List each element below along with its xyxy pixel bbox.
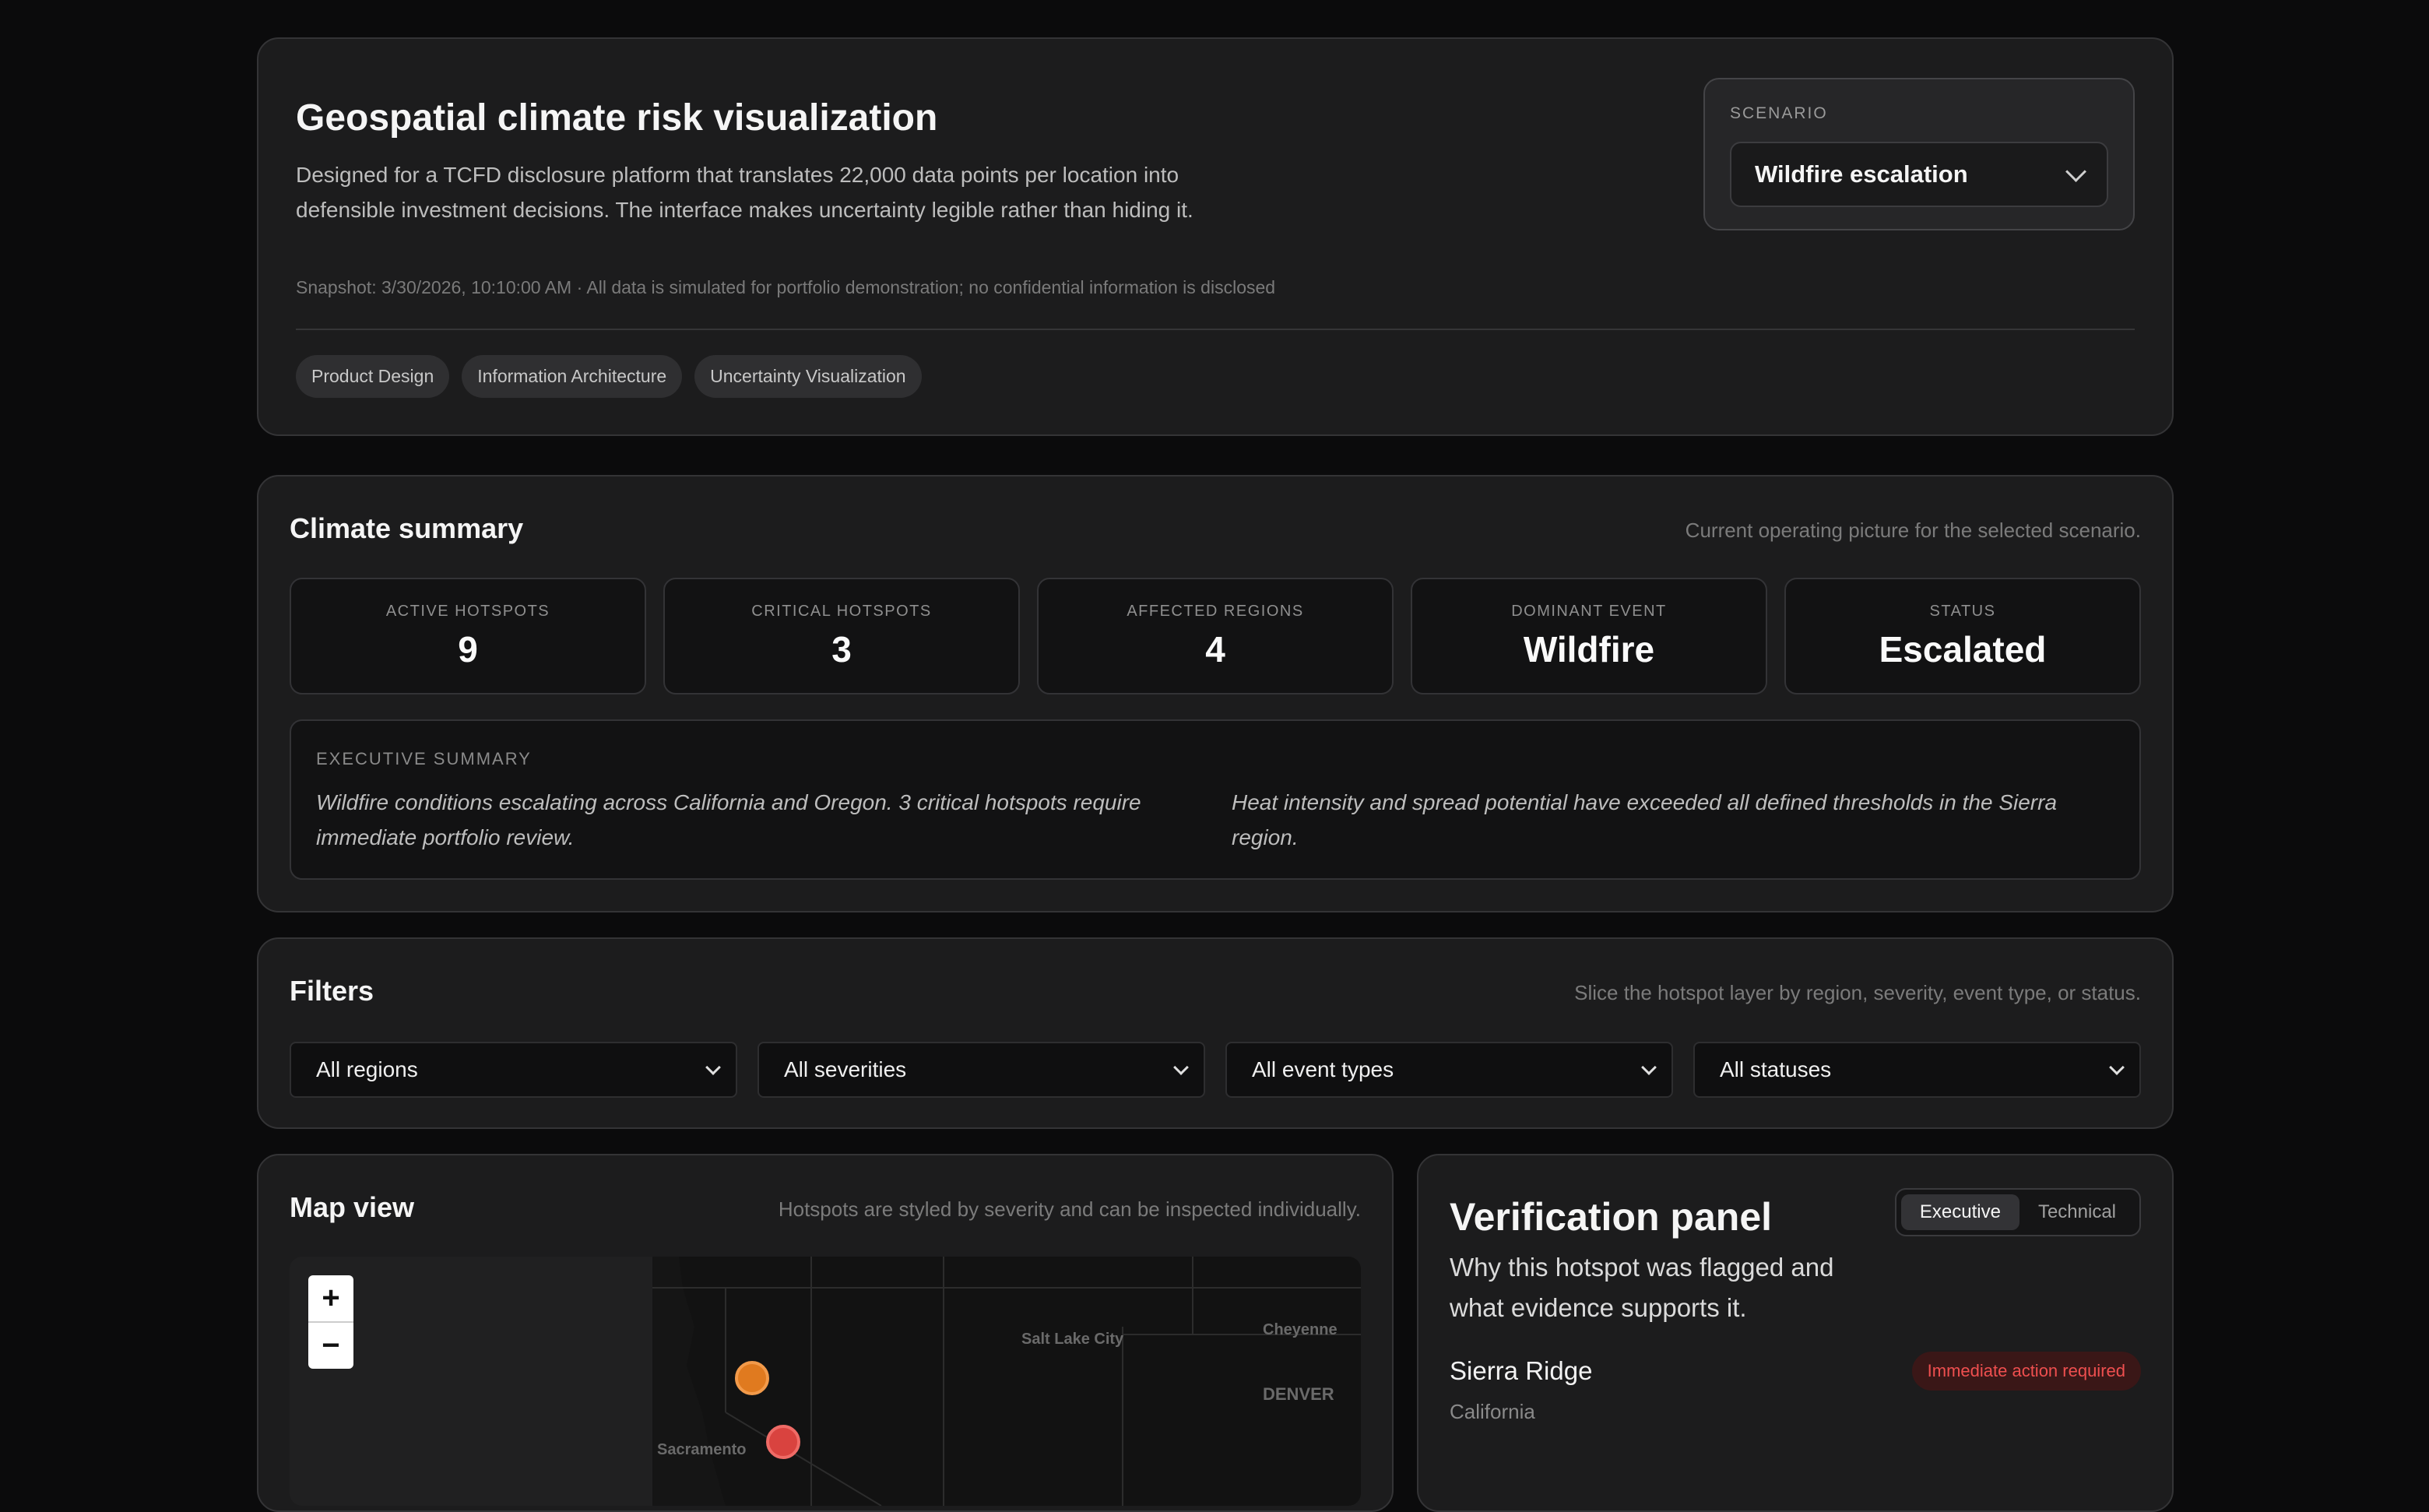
metric-label: ACTIVE HOTSPOTS (385, 602, 550, 620)
section-title: Climate summary (290, 512, 524, 544)
verification-title: Verification panel (1450, 1195, 1773, 1239)
divider (296, 329, 2135, 330)
filters-card: Filters Slice the hotspot layer by regio… (257, 937, 2174, 1129)
page-title: Geospatial climate risk visualization (296, 97, 938, 139)
hotspot-marker-high[interactable] (735, 1361, 769, 1395)
event-type-filter-select[interactable]: All event types (1225, 1042, 1673, 1098)
section-subtitle: Slice the hotspot layer by region, sever… (1574, 981, 2141, 1004)
region-filter-select[interactable]: All regions (290, 1042, 737, 1098)
map-label-denver: DENVER (1263, 1384, 1334, 1404)
verification-card: Verification panel Why this hotspot was … (1417, 1154, 2174, 1512)
executive-summary: EXECUTIVE SUMMARY Wildfire conditions es… (290, 719, 2141, 880)
filter-value: All regions (316, 1057, 418, 1081)
tab-technical[interactable]: Technical (2019, 1194, 2135, 1230)
scenario-select[interactable]: Wildfire escalation (1730, 142, 2108, 207)
scenario-label: SCENARIO (1730, 104, 1828, 122)
hotspot-name: Sierra Ridge (1450, 1356, 1593, 1385)
hotspot-marker-critical[interactable] (766, 1425, 800, 1459)
section-title: Filters (290, 975, 374, 1007)
verification-description: Why this hotspot was flagged and what ev… (1450, 1253, 1834, 1322)
zoom-in-button[interactable]: + (308, 1275, 353, 1321)
metric-affected-regions: AFFECTED REGIONS 4 (1037, 578, 1394, 694)
status-badge: Immediate action required (1911, 1352, 2141, 1391)
map-basemap: Salt Lake City Cheyenne DENVER Sacrament… (652, 1257, 1361, 1506)
view-toggle: Executive Technical (1894, 1188, 2141, 1236)
map-card: Map view Hotspots are styled by severity… (257, 1154, 1394, 1512)
chevron-down-icon (1173, 1059, 1189, 1075)
metric-value: 3 (831, 628, 852, 670)
filter-value: All severities (784, 1057, 907, 1081)
metric-value: Escalated (1879, 628, 2047, 670)
hotspot-region: California (1450, 1400, 1535, 1423)
section-subtitle: Current operating picture for the select… (1685, 519, 2141, 542)
filter-value: All event types (1252, 1057, 1394, 1081)
section-title: Map view (290, 1191, 415, 1223)
metric-active-hotspots: ACTIVE HOTSPOTS 9 (290, 578, 646, 694)
executive-summary-left: Wildfire conditions escalating across Ca… (316, 790, 1141, 849)
metric-value: 9 (458, 628, 478, 670)
chevron-down-icon (705, 1059, 721, 1075)
metric-critical-hotspots: CRITICAL HOTSPOTS 3 (663, 578, 1020, 694)
status-filter-select[interactable]: All statuses (1693, 1042, 2141, 1098)
scenario-panel: SCENARIO Wildfire escalation (1703, 78, 2135, 230)
metric-label: AFFECTED REGIONS (1127, 602, 1304, 620)
map-label-salt-lake: Salt Lake City (1021, 1331, 1124, 1348)
tag: Information Architecture (462, 355, 683, 398)
filter-row: All regions All severities All event typ… (290, 1042, 2141, 1098)
climate-summary-card: Climate summary Current operating pictur… (257, 475, 2174, 912)
metric-label: STATUS (1929, 602, 1996, 620)
chevron-down-icon (2109, 1059, 2125, 1075)
zoom-control: + − (308, 1275, 353, 1369)
page-description: Designed for a TCFD disclosure platform … (296, 163, 1193, 222)
map-label-sacramento: Sacramento (657, 1441, 747, 1458)
chevron-down-icon (1641, 1059, 1657, 1075)
map-label-cheyenne: Cheyenne (1263, 1321, 1338, 1338)
executive-summary-label: EXECUTIVE SUMMARY (316, 749, 532, 768)
metric-label: DOMINANT EVENT (1511, 602, 1667, 620)
metric-dominant-event: DOMINANT EVENT Wildfire (1411, 578, 1767, 694)
metric-row: ACTIVE HOTSPOTS 9 CRITICAL HOTSPOTS 3 AF… (290, 578, 2141, 694)
tag: Product Design (296, 355, 450, 398)
severity-filter-select[interactable]: All severities (758, 1042, 1205, 1098)
tab-executive[interactable]: Executive (1900, 1194, 2019, 1230)
zoom-out-button[interactable]: − (308, 1321, 353, 1369)
map-canvas[interactable]: Salt Lake City Cheyenne DENVER Sacrament… (290, 1257, 1361, 1506)
metric-value: Wildfire (1523, 628, 1655, 670)
metric-label: CRITICAL HOTSPOTS (751, 602, 932, 620)
filter-value: All statuses (1720, 1057, 1832, 1081)
snapshot-text: Snapshot: 3/30/2026, 10:10:00 AM · All d… (296, 277, 1276, 297)
executive-summary-right: Heat intensity and spread potential have… (1232, 790, 2058, 849)
header-card: Geospatial climate risk visualization De… (257, 37, 2174, 436)
scenario-value: Wildfire escalation (1755, 160, 1968, 188)
tag-list: Product Design Information Architecture … (296, 355, 922, 398)
metric-status: STATUS Escalated (1784, 578, 2141, 694)
metric-value: 4 (1205, 628, 1225, 670)
chevron-down-icon (2065, 160, 2086, 182)
section-subtitle: Hotspots are styled by severity and can … (778, 1197, 1361, 1221)
tag: Uncertainty Visualization (694, 355, 922, 398)
